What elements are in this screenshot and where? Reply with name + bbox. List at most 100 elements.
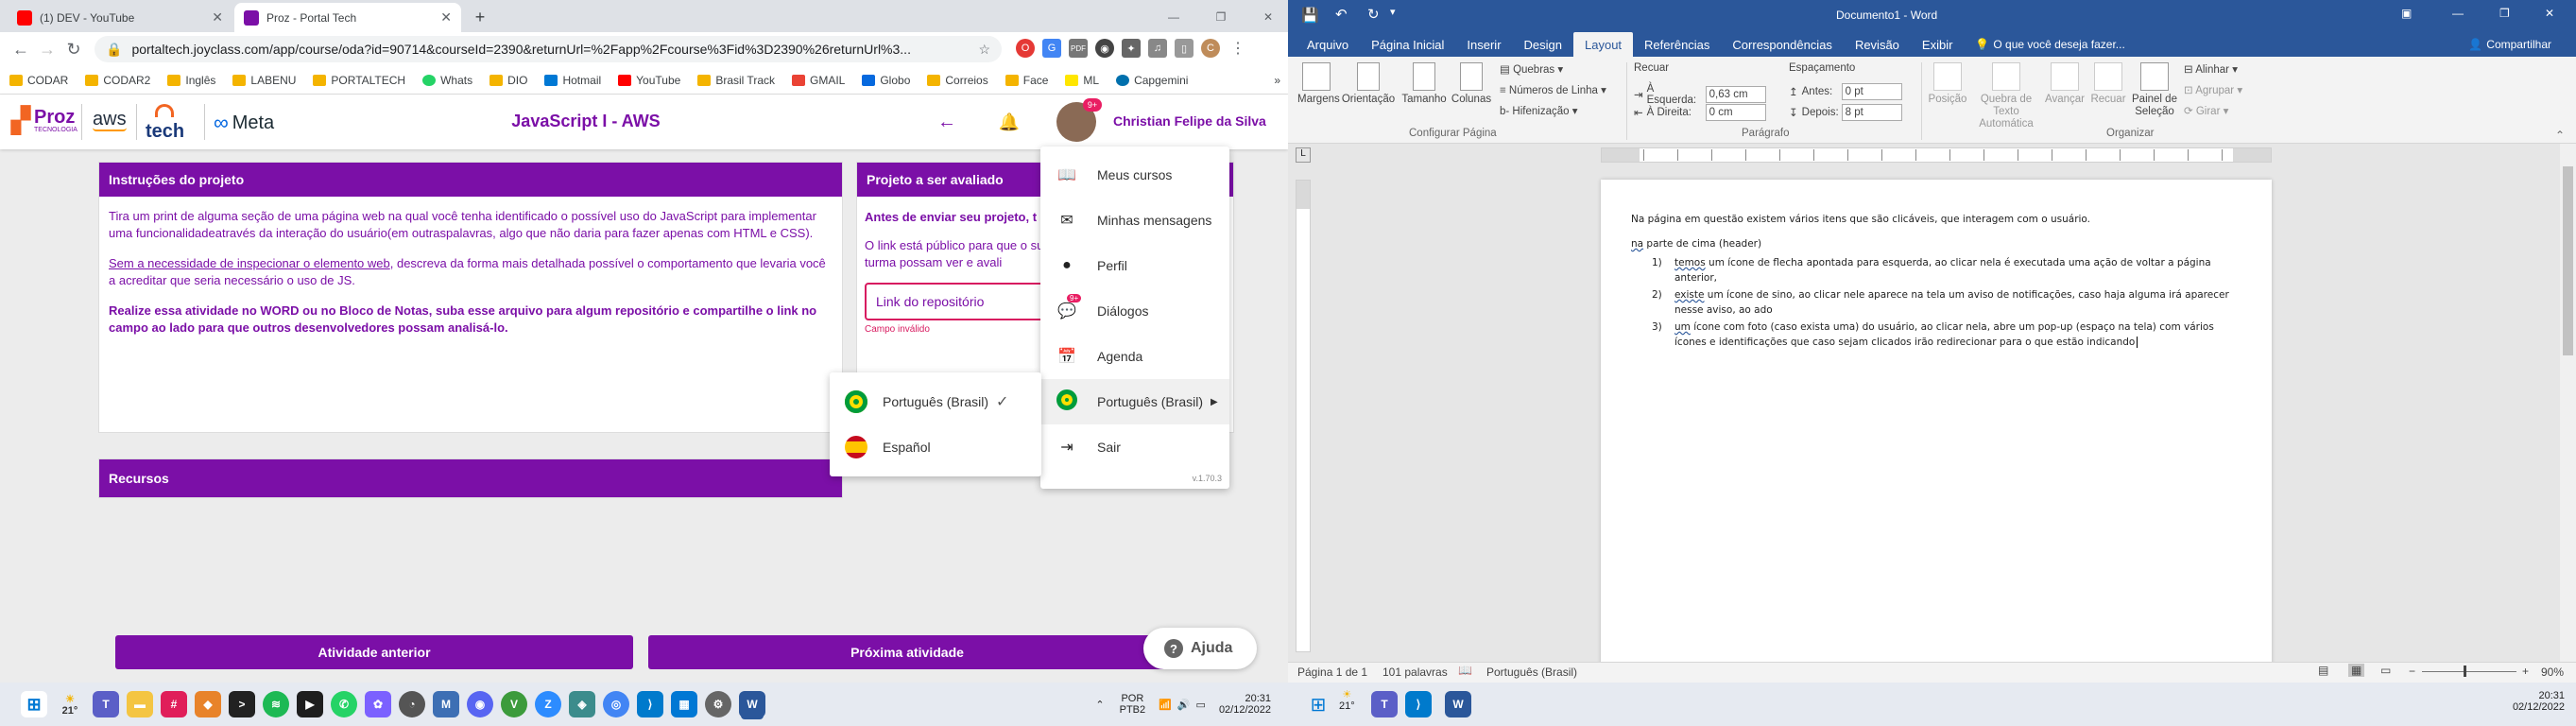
zoom-icon[interactable]: Z bbox=[535, 691, 561, 717]
sidebar-icon[interactable]: ▯ bbox=[1175, 39, 1194, 58]
menu-item-profile[interactable]: ● Perfil bbox=[1040, 243, 1229, 288]
bookmark-correios[interactable]: Correios bbox=[927, 74, 988, 87]
volume-icon[interactable]: 🔊 bbox=[1177, 699, 1191, 711]
previous-activity-button[interactable]: Atividade anterior bbox=[115, 635, 633, 669]
indent-left-input[interactable]: 0,63 cm bbox=[1705, 86, 1766, 103]
language-option-es[interactable]: Español bbox=[830, 424, 1041, 470]
tab-design[interactable]: Design bbox=[1513, 32, 1573, 57]
tab-pagina-inicial[interactable]: Página Inicial bbox=[1360, 32, 1455, 57]
address-bar[interactable]: 🔒 portaltech.joyclass.com/app/course/oda… bbox=[94, 36, 1002, 62]
document-page[interactable]: Na página em questão existem vários iten… bbox=[1601, 180, 2272, 671]
media-icon[interactable]: ♫ bbox=[1148, 39, 1167, 58]
back-icon[interactable]: ← bbox=[9, 38, 32, 60]
bookmark-face[interactable]: Face bbox=[1005, 74, 1048, 87]
bookmark-codar2[interactable]: CODAR2 bbox=[85, 74, 150, 87]
horizontal-ruler[interactable] bbox=[1601, 147, 2272, 163]
forward-icon[interactable]: → bbox=[36, 38, 59, 60]
tab-referencias[interactable]: Referências bbox=[1633, 32, 1721, 57]
send-backward-button[interactable]: Recuar bbox=[2087, 62, 2129, 105]
orientation-button[interactable]: Orientação bbox=[1340, 62, 1397, 105]
print-layout-icon[interactable]: ▦ bbox=[2348, 664, 2365, 677]
zoom-slider-thumb[interactable] bbox=[2464, 666, 2466, 677]
weather-icon[interactable]: ☀ 21° bbox=[55, 691, 85, 717]
slack-icon[interactable]: # bbox=[161, 691, 187, 717]
close-icon[interactable]: ✕ bbox=[212, 9, 223, 26]
redo-icon[interactable]: ↻ bbox=[1367, 6, 1380, 23]
folder-icon[interactable]: ▬ bbox=[127, 691, 153, 717]
hyphenation-button[interactable]: b- Hifenização ▾ bbox=[1500, 104, 1577, 117]
close-icon[interactable]: ✕ bbox=[2545, 7, 2554, 20]
translate-extension-icon[interactable]: G bbox=[1042, 39, 1061, 58]
bookmark-hotmail[interactable]: Hotmail bbox=[544, 74, 601, 87]
new-tab-icon[interactable]: + bbox=[469, 6, 491, 28]
spotify-icon[interactable]: ≋ bbox=[263, 691, 289, 717]
terminal-icon[interactable]: > bbox=[229, 691, 255, 717]
minimize-icon[interactable]: — bbox=[1162, 6, 1185, 28]
tab-revisao[interactable]: Revisão bbox=[1844, 32, 1911, 57]
tab-selector-icon[interactable]: L bbox=[1296, 147, 1311, 163]
doc-paragraph[interactable]: na parte de cima (header) bbox=[1631, 236, 2245, 251]
bookmark-globo[interactable]: Globo bbox=[862, 74, 910, 87]
vscode-icon[interactable]: ⟩ bbox=[1405, 691, 1432, 717]
chevron-up-icon[interactable]: ⌃ bbox=[1095, 699, 1104, 711]
back-arrow-icon[interactable]: ← bbox=[936, 111, 958, 133]
tab-inserir[interactable]: Inserir bbox=[1455, 32, 1512, 57]
read-mode-icon[interactable]: ▤ bbox=[2318, 664, 2328, 677]
list-item[interactable]: 3) um ícone com foto (caso exista uma) do… bbox=[1631, 320, 2245, 350]
pdf-extension-icon[interactable]: PDF bbox=[1069, 39, 1088, 58]
menu-item-agenda[interactable]: 📅 Agenda bbox=[1040, 334, 1229, 379]
language-option-pt[interactable]: Português (Brasil) ✓ bbox=[830, 379, 1041, 424]
vscode-icon[interactable]: ⟩ bbox=[637, 691, 663, 717]
bookmark-brasil-track[interactable]: Brasil Track bbox=[697, 74, 775, 87]
margins-button[interactable]: Margens bbox=[1297, 62, 1340, 105]
menu-item-language[interactable]: Português (Brasil) ▶ bbox=[1040, 379, 1229, 424]
vertical-scrollbar[interactable] bbox=[2560, 144, 2576, 662]
clock[interactable]: 20:31 02/12/2022 bbox=[2513, 690, 2565, 713]
spacing-after-input[interactable]: 8 pt bbox=[1841, 104, 1902, 121]
align-button[interactable]: ⊟ Alinhar ▾ bbox=[2184, 62, 2238, 76]
undo-icon[interactable]: ↶ bbox=[1335, 6, 1348, 23]
web-layout-icon[interactable]: ▭ bbox=[2380, 664, 2391, 677]
rotate-button[interactable]: ⟳ Girar ▾ bbox=[2184, 104, 2228, 117]
maximize-icon[interactable]: ❐ bbox=[2499, 7, 2510, 20]
scrollbar-thumb[interactable] bbox=[2563, 166, 2573, 355]
chrome-icon[interactable]: ◎ bbox=[603, 691, 629, 717]
indent-right-input[interactable]: 0 cm bbox=[1705, 104, 1766, 121]
bookmark-dio[interactable]: DIO bbox=[489, 74, 527, 87]
doc-paragraph[interactable]: Na página em questão existem vários iten… bbox=[1631, 212, 2245, 227]
word-count[interactable]: 101 palavras bbox=[1382, 666, 1448, 679]
menu-item-messages[interactable]: ✉ Minhas mensagens bbox=[1040, 198, 1229, 243]
ribbon-options-icon[interactable]: ▣ bbox=[2401, 7, 2412, 20]
help-button[interactable]: ? Ajuda bbox=[1143, 628, 1257, 669]
whatsapp-icon[interactable]: ✆ bbox=[331, 691, 357, 717]
resources-header[interactable]: Recursos bbox=[99, 459, 842, 497]
more-menu-icon[interactable]: ⋮ bbox=[1228, 39, 1247, 58]
inspect-link[interactable]: Sem a necessidade de inspecionar o eleme… bbox=[109, 256, 390, 270]
word-icon[interactable]: W bbox=[1445, 691, 1471, 717]
bookmark-youtube[interactable]: YouTube bbox=[618, 74, 680, 87]
bookmark-portaltech[interactable]: PORTALTECH bbox=[313, 74, 405, 87]
discord-icon[interactable]: ◉ bbox=[467, 691, 493, 717]
maximize-icon[interactable]: ❐ bbox=[1210, 6, 1232, 28]
bookmark-ingles[interactable]: Inglês bbox=[167, 74, 215, 87]
weather-icon[interactable]: ☀ 21° bbox=[1339, 688, 1355, 712]
menu-item-courses[interactable]: 📖 Meus cursos bbox=[1040, 152, 1229, 198]
proz-logo[interactable]: ▞ Proz TECNOLOGIA bbox=[11, 106, 77, 135]
list-item[interactable]: 2) existe um ícone de sino, ao clicar nel… bbox=[1631, 287, 2245, 318]
star-icon[interactable]: ☆ bbox=[978, 42, 990, 58]
spacing-before-input[interactable]: 0 pt bbox=[1841, 83, 1902, 100]
collapse-ribbon-icon[interactable]: ⌃ bbox=[2555, 129, 2565, 142]
bookmark-gmail[interactable]: GMAIL bbox=[792, 74, 845, 87]
windows-start-icon[interactable]: ⊞ bbox=[21, 691, 47, 717]
store-icon[interactable]: ▦ bbox=[671, 691, 697, 717]
teams-icon[interactable]: T bbox=[1371, 691, 1398, 717]
bookmark-capgemini[interactable]: Capgemini bbox=[1116, 74, 1188, 87]
window-close-icon[interactable]: ✕ bbox=[1257, 6, 1279, 28]
bookmarks-more[interactable]: » bbox=[1274, 74, 1280, 87]
opera-extension-icon[interactable]: O bbox=[1016, 39, 1035, 58]
wifi-icon[interactable]: 📶 bbox=[1159, 699, 1172, 711]
zoom-level[interactable]: 90% bbox=[2541, 666, 2564, 679]
git-icon[interactable]: ◆ bbox=[195, 691, 221, 717]
tab-correspondencias[interactable]: Correspondências bbox=[1721, 32, 1844, 57]
save-icon[interactable]: 💾 bbox=[1301, 7, 1319, 24]
